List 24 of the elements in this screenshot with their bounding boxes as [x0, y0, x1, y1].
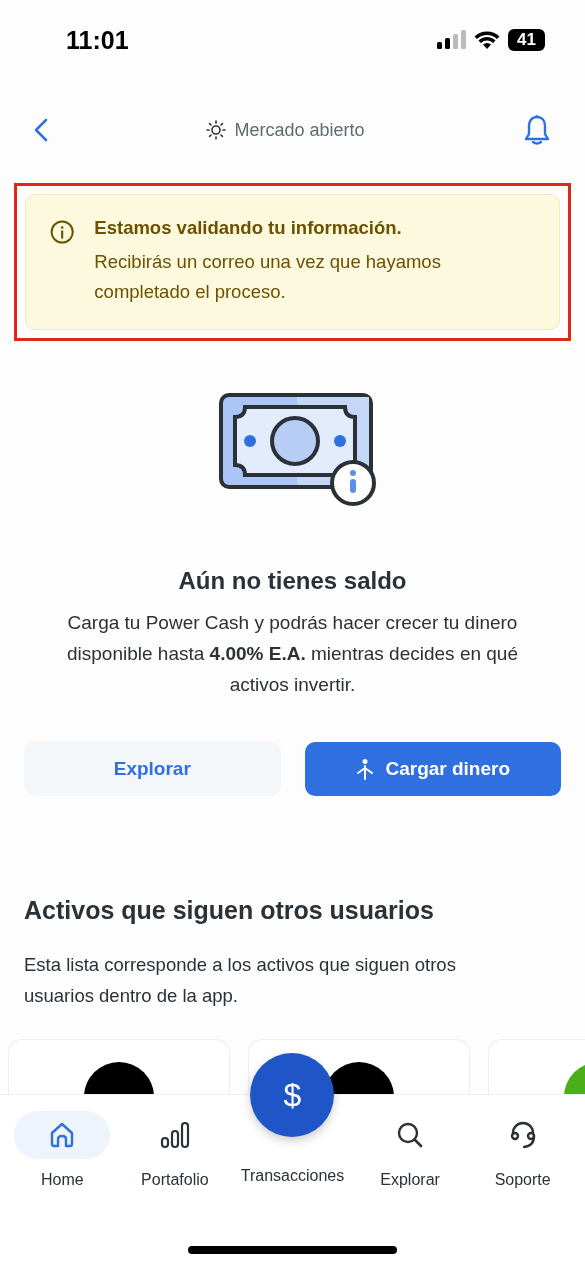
load-money-button[interactable]: Cargar dinero: [304, 742, 561, 796]
wifi-icon: [474, 30, 501, 50]
transactions-fab[interactable]: $: [250, 1053, 335, 1137]
nav-tab[interactable]: Home: [7, 1111, 118, 1266]
explore-button[interactable]: Explorar: [24, 742, 281, 796]
empty-state-text: Carga tu Power Cash y podrás hacer crecer tu dinero disponible hasta 4.00% E.A. mientras decides en qué activos invertir.: [66, 611, 519, 697]
market-status: Mercado abierto: [234, 119, 365, 141]
nav-tab[interactable]: Explorar: [355, 1111, 466, 1266]
person-arrow-icon: [355, 758, 376, 780]
sun-icon: [206, 120, 227, 140]
section-title: Activos que siguen otros usuarios: [24, 896, 435, 925]
section-text: Esta lista corresponde a los activos que siguen otros usuarios dentro de la app.: [24, 953, 457, 1008]
battery-level: 41: [508, 29, 545, 51]
nav-tab[interactable]: Transacciones: [240, 1167, 345, 1185]
bar-chart-icon: [159, 1121, 190, 1149]
nav-tab[interactable]: Soporte: [467, 1111, 578, 1266]
signal-icon: [436, 30, 467, 50]
asset-card[interactable]: [8, 1039, 230, 1094]
status-time: 11:01: [66, 25, 129, 55]
banner-title: Estamos validando tu información.: [94, 217, 403, 239]
nav-tab[interactable]: Portafolio: [119, 1111, 230, 1266]
empty-state-title: Aún no tienes saldo: [177, 567, 408, 595]
banner-message: Recibirás un correo una vez que hayamos completado el proceso.: [94, 250, 442, 304]
search-icon: [396, 1121, 425, 1149]
